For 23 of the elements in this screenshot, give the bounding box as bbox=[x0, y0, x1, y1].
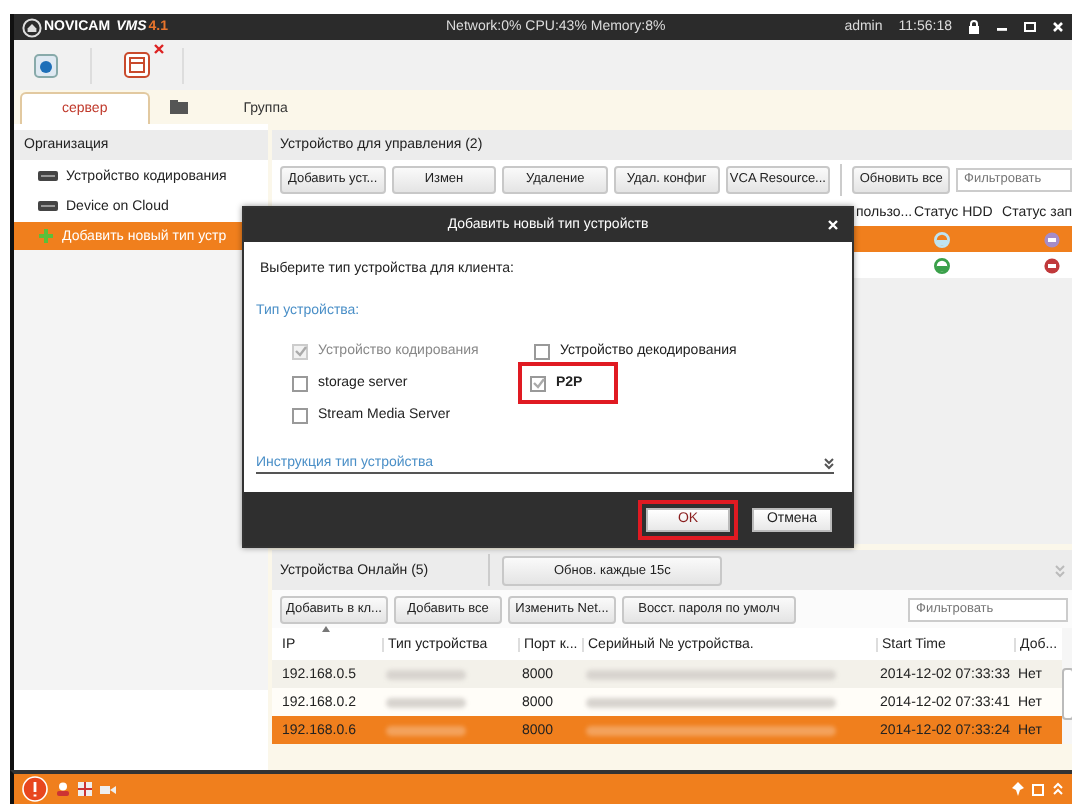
checkbox[interactable] bbox=[292, 375, 308, 391]
pin-icon[interactable] bbox=[1012, 782, 1024, 796]
device-icon bbox=[38, 200, 58, 212]
alarm-icon[interactable] bbox=[22, 776, 48, 802]
blurred-text bbox=[386, 697, 466, 707]
blurred-text bbox=[386, 725, 466, 735]
expand-icon[interactable] bbox=[824, 457, 834, 469]
user-icon[interactable] bbox=[56, 782, 70, 796]
lock-icon[interactable] bbox=[968, 20, 980, 34]
device-icon bbox=[38, 170, 58, 182]
camera-icon[interactable] bbox=[34, 53, 58, 77]
window-icon[interactable] bbox=[124, 52, 150, 78]
home-icon bbox=[22, 17, 42, 37]
blurred-text bbox=[386, 669, 466, 679]
maximize-icon[interactable] bbox=[1024, 20, 1036, 34]
folder-icon bbox=[169, 100, 190, 114]
checkbox[interactable] bbox=[292, 407, 308, 423]
scrollbar[interactable] bbox=[1062, 628, 1072, 744]
grid-icon[interactable] bbox=[78, 782, 92, 796]
plus-icon bbox=[38, 228, 54, 244]
camera-icon[interactable] bbox=[100, 783, 116, 795]
checkbox[interactable] bbox=[534, 343, 550, 359]
checkbox[interactable] bbox=[530, 375, 546, 391]
